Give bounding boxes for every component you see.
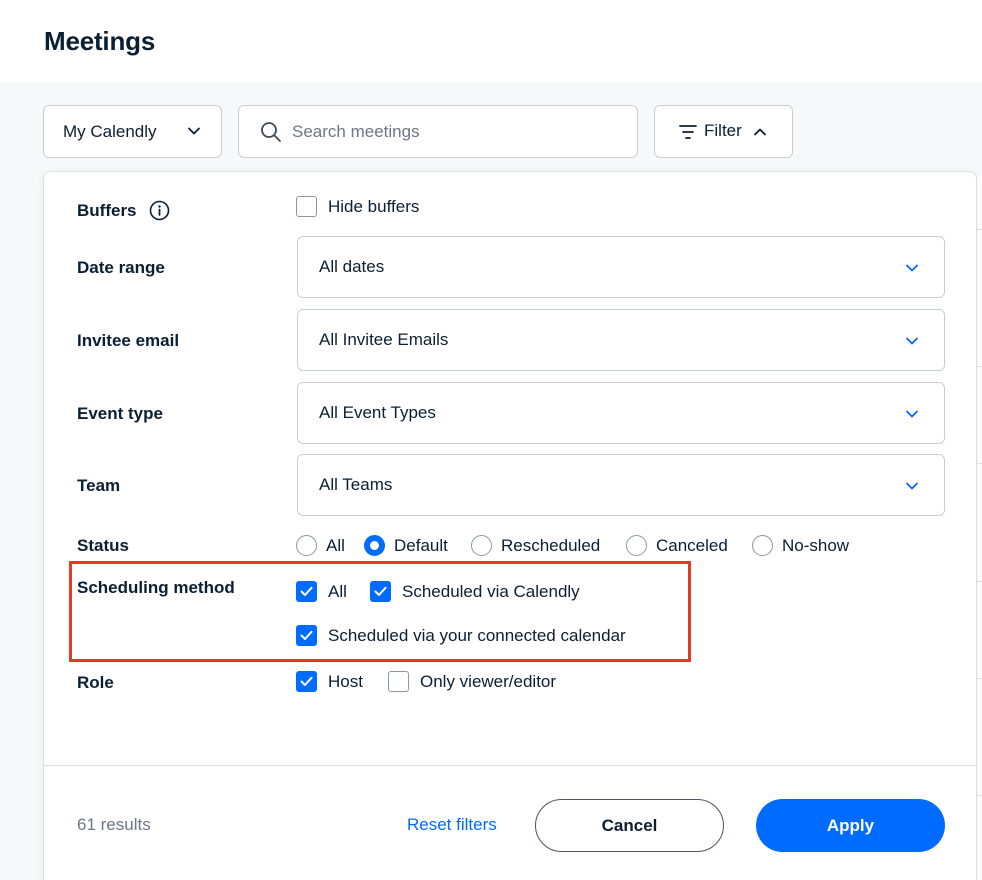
invitee-email-label: Invitee email: [77, 331, 180, 350]
search-icon: [260, 121, 282, 148]
results-count: 61 results: [77, 815, 151, 834]
event-type-dropdown[interactable]: All Event Types: [297, 382, 945, 444]
meetings-list-background: [977, 175, 982, 880]
date-range-dropdown[interactable]: All dates: [297, 236, 945, 298]
scheduling-method-label: Scheduling method: [77, 578, 235, 597]
status-radio-all[interactable]: All: [296, 535, 345, 556]
role-host-checkbox[interactable]: Host: [296, 671, 363, 692]
calendar-select[interactable]: My Calendly: [43, 105, 222, 158]
chevron-down-icon: [905, 261, 919, 280]
status-radio-no-show[interactable]: No-show: [752, 535, 849, 556]
hide-buffers-checkbox[interactable]: Hide buffers: [296, 196, 419, 217]
date-range-label: Date range: [77, 258, 165, 277]
page-title: Meetings: [44, 26, 156, 56]
role-label: Role: [77, 673, 114, 692]
info-icon[interactable]: [149, 200, 170, 226]
team-dropdown[interactable]: All Teams: [297, 454, 945, 516]
status-radio-rescheduled[interactable]: Rescheduled: [471, 535, 600, 556]
status-option-label: No-show: [782, 535, 850, 555]
status-radio-default[interactable]: Default: [364, 535, 448, 556]
scheduling-option-label: Scheduled via Calendly: [402, 581, 580, 601]
buffers-label: Buffers: [77, 201, 137, 220]
scheduling-all-checkbox[interactable]: All: [296, 581, 347, 602]
calendar-select-value: My Calendly: [63, 121, 157, 141]
scheduling-option-label: All: [328, 581, 347, 601]
radio-unselected-icon: [296, 535, 317, 556]
checkbox-checked-icon: [296, 671, 317, 692]
checkbox-checked-icon: [296, 581, 317, 602]
chevron-down-icon: [905, 407, 919, 426]
status-option-label: Rescheduled: [501, 535, 601, 555]
scheduling-calendly-checkbox[interactable]: Scheduled via Calendly: [370, 581, 580, 602]
status-option-label: All: [326, 535, 345, 555]
scheduling-option-label: Scheduled via your connected calendar: [328, 625, 626, 645]
checkbox-unchecked-icon: [388, 671, 409, 692]
event-type-value: All Event Types: [319, 403, 436, 422]
invitee-email-dropdown[interactable]: All Invitee Emails: [297, 309, 945, 371]
reset-filters-link[interactable]: Reset filters: [407, 815, 497, 835]
hide-buffers-label: Hide buffers: [328, 196, 420, 216]
apply-button[interactable]: Apply: [756, 799, 945, 852]
checkbox-unchecked-icon: [296, 196, 317, 217]
role-viewer-checkbox[interactable]: Only viewer/editor: [388, 671, 556, 692]
checkbox-checked-icon: [296, 625, 317, 646]
checkbox-checked-icon: [370, 581, 391, 602]
scheduling-connected-calendar-checkbox[interactable]: Scheduled via your connected calendar: [296, 625, 626, 646]
chevron-down-icon: [905, 334, 919, 353]
status-option-label: Canceled: [656, 535, 728, 555]
radio-unselected-icon: [471, 535, 492, 556]
date-range-value: All dates: [319, 257, 385, 276]
page-header: Meetings: [0, 0, 982, 82]
filter-label: Filter: [704, 121, 742, 140]
invitee-email-value: All Invitee Emails: [319, 330, 449, 349]
chevron-up-icon: [753, 124, 767, 144]
status-label: Status: [77, 536, 129, 555]
filter-icon: [679, 124, 697, 145]
role-option-label: Only viewer/editor: [420, 671, 557, 691]
search-box: [238, 105, 638, 158]
radio-unselected-icon: [626, 535, 647, 556]
team-value: All Teams: [319, 475, 393, 494]
chevron-down-icon: [905, 479, 919, 498]
filter-button[interactable]: Filter: [654, 105, 793, 158]
filter-panel: Buffers Hide buffers Date range All date…: [43, 171, 977, 880]
cancel-button[interactable]: Cancel: [535, 799, 724, 852]
status-option-label: Default: [394, 535, 448, 555]
radio-selected-icon: [364, 535, 385, 556]
search-input[interactable]: [292, 118, 622, 146]
radio-unselected-icon: [752, 535, 773, 556]
role-option-label: Host: [328, 671, 363, 691]
chevron-down-icon: [187, 123, 201, 143]
team-label: Team: [77, 476, 121, 495]
scheduling-method-highlight: [69, 561, 691, 662]
event-type-label: Event type: [77, 404, 163, 423]
divider: [44, 765, 976, 766]
status-radio-canceled[interactable]: Canceled: [626, 535, 728, 556]
